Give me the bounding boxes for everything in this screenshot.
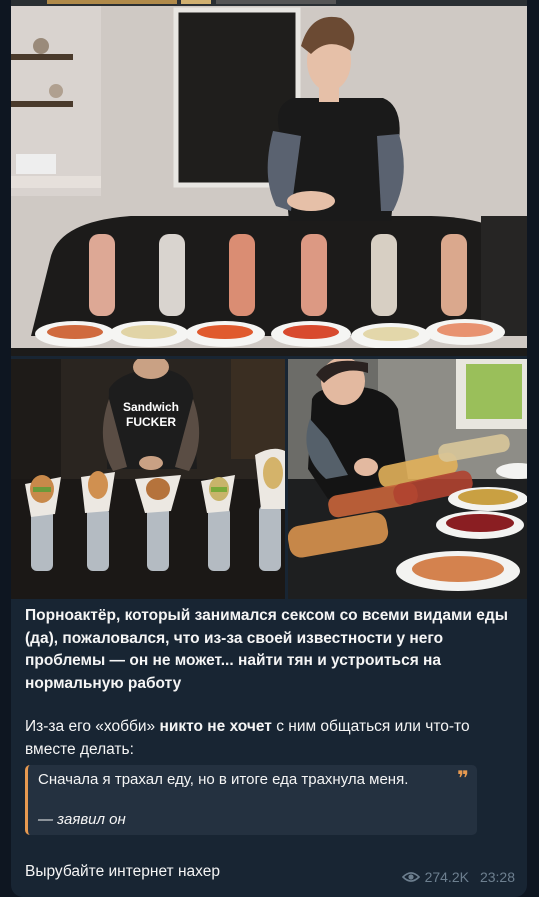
quote-mark-icon: ❞ (457, 768, 469, 790)
post-meta: 274.2K 23:28 (401, 869, 515, 885)
quote-text: Сначала я трахал еду, но в итоге еда тра… (38, 771, 409, 788)
view-count: 274.2K (424, 869, 469, 885)
shirt-text-line2: FUCKER (126, 415, 176, 429)
blockquote: Сначала я трахал еду, но в итоге еда тра… (25, 765, 477, 835)
quote-author: — заявил он (38, 811, 126, 828)
post-photo-beans[interactable] (288, 359, 527, 599)
channel-post: Sandwich FUCKER Порноактёр, который зани… (11, 0, 527, 897)
post-photo-main[interactable] (11, 6, 527, 356)
shirt-text-line1: Sandwich (123, 400, 179, 414)
post-headline: Порноактёр, который занимался сексом со … (25, 607, 508, 692)
post-paragraph-start: Из-за его «хобби» (25, 718, 160, 735)
post-time: 23:28 (479, 869, 515, 885)
post-paragraph-bold: никто не хочет (159, 718, 272, 735)
post-photo-sandwiches[interactable]: Sandwich FUCKER (11, 359, 285, 599)
post-paragraph: Из-за его «хобби» никто не хочет с ним о… (25, 716, 515, 761)
eye-icon (401, 872, 420, 882)
